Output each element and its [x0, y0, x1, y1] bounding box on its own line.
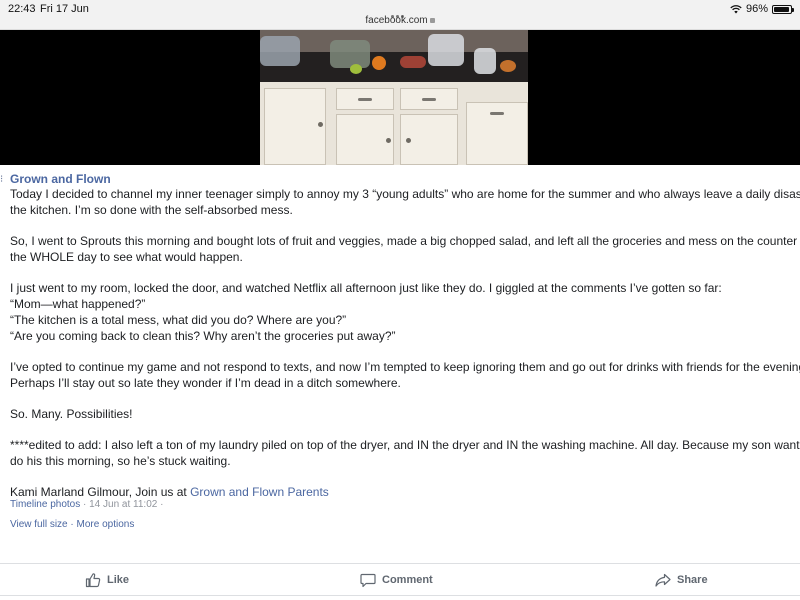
- options-separator: ·: [67, 519, 77, 530]
- post-line: do his this morning, so he’s stuck waiti…: [10, 454, 231, 468]
- post-line: “The kitchen is a total mess, what did y…: [10, 313, 347, 327]
- thumbs-up-icon: [85, 573, 101, 588]
- photo-drawer-handle: [490, 112, 504, 115]
- photo-knob: [406, 138, 411, 143]
- photo-grocery-bag: [260, 36, 300, 66]
- status-indicators: 96%: [730, 3, 794, 15]
- page-edge-marker: ⁝: [0, 174, 4, 185]
- like-button[interactable]: Like: [85, 572, 129, 588]
- photo-grocery-bag: [428, 34, 464, 66]
- speech-bubble-icon: [360, 573, 376, 588]
- battery-icon: [772, 4, 794, 14]
- status-bar: 22:43 Fri 17 Jun facebook.com 96%: [0, 0, 800, 30]
- like-label: Like: [107, 574, 130, 586]
- url-text: facebook.com: [365, 15, 428, 26]
- photo-lime: [350, 64, 362, 74]
- post-line: I just went to my room, locked the door,…: [10, 281, 722, 295]
- photo-cabinet-door: [264, 88, 326, 165]
- post-author[interactable]: Grown and Flown: [10, 172, 111, 186]
- comment-label: Comment: [382, 574, 433, 586]
- photo-knob: [318, 122, 323, 127]
- photo-produce: [400, 56, 426, 68]
- photo-container: [474, 48, 496, 74]
- post-line: ****edited to add: I also left a ton of …: [10, 438, 800, 452]
- post-timestamp: · 14 Jun at 11:02 ·: [80, 499, 164, 510]
- address-bar[interactable]: facebook.com: [0, 15, 800, 26]
- post-line: Perhaps I’ll stay out so late they wonde…: [10, 376, 401, 390]
- battery-percent: 96%: [745, 3, 768, 15]
- lock-icon: [429, 18, 435, 23]
- post-line: the kitchen. I’m so done with the self-a…: [10, 203, 293, 217]
- view-full-size-link[interactable]: View full size: [10, 519, 68, 530]
- post-line: So. Many. Possibilities!: [10, 407, 133, 421]
- photo-produce: [500, 60, 516, 72]
- clock: 22:43: [8, 3, 36, 15]
- photo-drawer-handle: [422, 98, 436, 101]
- post-line: I’ve opted to continue my game and not r…: [10, 360, 800, 374]
- post-line: Today I decided to channel my inner teen…: [10, 187, 800, 201]
- group-link[interactable]: Grown and Flown Parents: [190, 485, 329, 499]
- action-bar: Like Comment Share: [0, 563, 800, 596]
- more-options-link[interactable]: More options: [77, 519, 135, 530]
- photo-knob: [386, 138, 391, 143]
- photo-cabinets: [260, 82, 528, 165]
- tab-options-handle[interactable]: [391, 5, 409, 18]
- battery-level: [774, 6, 790, 12]
- post-line: “Mom—what happened?”: [10, 297, 146, 311]
- credit-text: Kami Marland Gilmour, Join us at: [10, 485, 191, 499]
- post-photo[interactable]: [260, 30, 528, 165]
- album-link[interactable]: Timeline photos: [10, 499, 80, 510]
- post-line: “Are you coming back to clean this? Why …: [10, 329, 396, 343]
- post-line: So, I went to Sprouts this morning and b…: [10, 234, 800, 248]
- post-line: the WHOLE day to see what would happen.: [10, 250, 243, 264]
- share-button[interactable]: Share: [655, 572, 708, 588]
- photo-orange: [372, 56, 386, 70]
- post-meta: Timeline photos · 14 Jun at 11:02 ·: [10, 499, 163, 510]
- share-arrow-icon: [655, 573, 671, 587]
- photo-options: View full size · More options: [10, 519, 134, 530]
- share-label: Share: [677, 574, 708, 586]
- comment-button[interactable]: Comment: [360, 572, 433, 588]
- date: Fri 17 Jun: [40, 3, 89, 15]
- photo-viewer[interactable]: [0, 30, 800, 165]
- photo-grocery-bag: [330, 40, 370, 68]
- post-credit: Kami Marland Gilmour, Join us at Grown a…: [10, 484, 800, 500]
- wifi-icon: [730, 5, 742, 14]
- post-body: Today I decided to channel my inner teen…: [10, 186, 800, 500]
- photo-drawer-handle: [358, 98, 372, 101]
